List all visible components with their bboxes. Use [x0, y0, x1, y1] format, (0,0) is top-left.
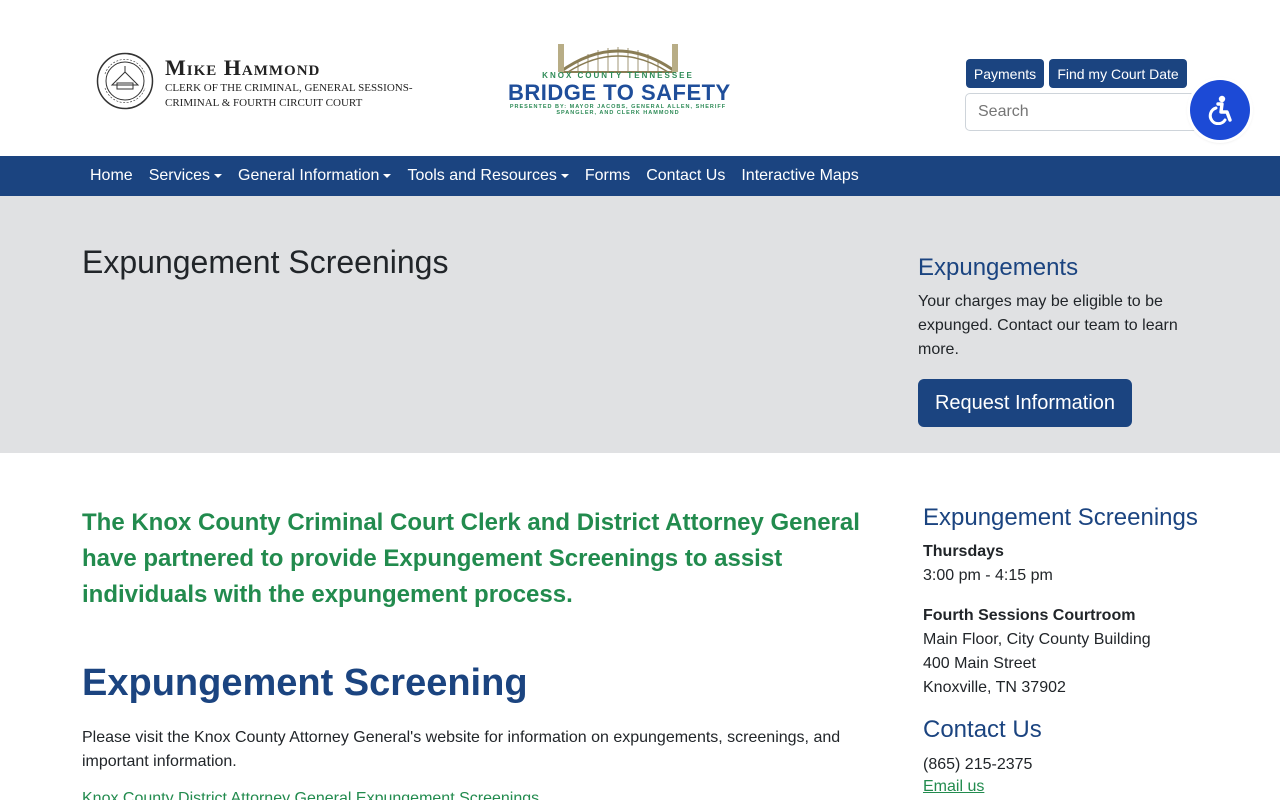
screening-time: 3:00 pm - 4:15 pm: [923, 567, 1053, 584]
address-line1: Main Floor, City County Building: [923, 631, 1151, 648]
request-information-button[interactable]: Request Information: [918, 379, 1132, 427]
contact-phone: (865) 215-2375: [923, 756, 1033, 773]
nav-general-information[interactable]: General Information: [230, 167, 399, 185]
lead-paragraph: The Knox County Criminal Court Clerk and…: [82, 509, 860, 608]
address-line3: Knoxville, TN 37902: [923, 679, 1066, 696]
nav-home-label: Home: [90, 167, 133, 184]
clerk-title-line2: CRIMINAL & FOURTH CIRCUIT COURT: [165, 97, 363, 109]
find-court-date-button[interactable]: Find my Court Date: [1049, 59, 1187, 88]
address-line2: 400 Main Street: [923, 655, 1036, 672]
nav-contact-us[interactable]: Contact Us: [638, 167, 733, 185]
email-us-link[interactable]: Email us: [923, 778, 984, 796]
section-heading: Expungement Screening: [82, 662, 528, 704]
nav-general-information-label: General Information: [238, 167, 380, 184]
nav-interactive-maps-label: Interactive Maps: [741, 167, 859, 184]
nav-tools-resources[interactable]: Tools and Resources: [399, 167, 576, 185]
section-paragraph: Please visit the Knox County Attorney Ge…: [82, 729, 841, 770]
nav-forms-label: Forms: [584, 167, 631, 184]
caret-down-icon: [383, 174, 392, 178]
expungements-heading: Expungements: [918, 254, 1079, 281]
expungements-description: Your charges may be eligible to be expun…: [918, 293, 1178, 358]
search-input[interactable]: [965, 93, 1205, 131]
screening-day: Thursdays: [923, 543, 1004, 560]
caret-down-icon: [214, 174, 223, 178]
bridge-title[interactable]: BRIDGE TO SAFETY: [508, 80, 730, 106]
accessibility-icon: [1208, 95, 1232, 125]
bridge-county-text: KNOX COUNTY TENNESSEE: [542, 71, 694, 80]
nav-forms[interactable]: Forms: [577, 167, 638, 185]
sidebar-screenings-heading: Expungement Screenings: [923, 504, 1198, 531]
accessibility-button[interactable]: [1190, 80, 1250, 140]
county-seal-logo[interactable]: [96, 52, 154, 110]
sidebar-contact-heading: Contact Us: [923, 716, 1042, 743]
page-title: Expungement Screenings: [82, 244, 449, 280]
bridge-presented-text: PRESENTED BY: MAYOR JACOBS, GENERAL ALLE…: [509, 104, 727, 116]
clerk-title-line1: CLERK OF THE CRIMINAL, GENERAL SESSIONS-: [165, 82, 413, 94]
payments-button[interactable]: Payments: [966, 59, 1044, 88]
clerk-name[interactable]: Mike Hammond: [165, 55, 320, 81]
nav-services-label: Services: [148, 167, 211, 184]
nav-interactive-maps[interactable]: Interactive Maps: [733, 167, 866, 185]
main-nav: Home Services General Information Tools …: [0, 156, 1280, 196]
site-header: Mike Hammond CLERK OF THE CRIMINAL, GENE…: [0, 0, 1280, 156]
da-expungement-link[interactable]: Knox County District Attorney General Ex…: [82, 790, 539, 800]
nav-home[interactable]: Home: [82, 167, 141, 185]
nav-services[interactable]: Services: [141, 167, 230, 185]
screening-location: Fourth Sessions Courtroom: [923, 607, 1136, 624]
caret-down-icon: [560, 174, 569, 178]
hero-banner: Expungement Screenings Expungements Your…: [0, 196, 1280, 453]
nav-contact-us-label: Contact Us: [646, 167, 726, 184]
nav-tools-resources-label: Tools and Resources: [407, 167, 557, 184]
